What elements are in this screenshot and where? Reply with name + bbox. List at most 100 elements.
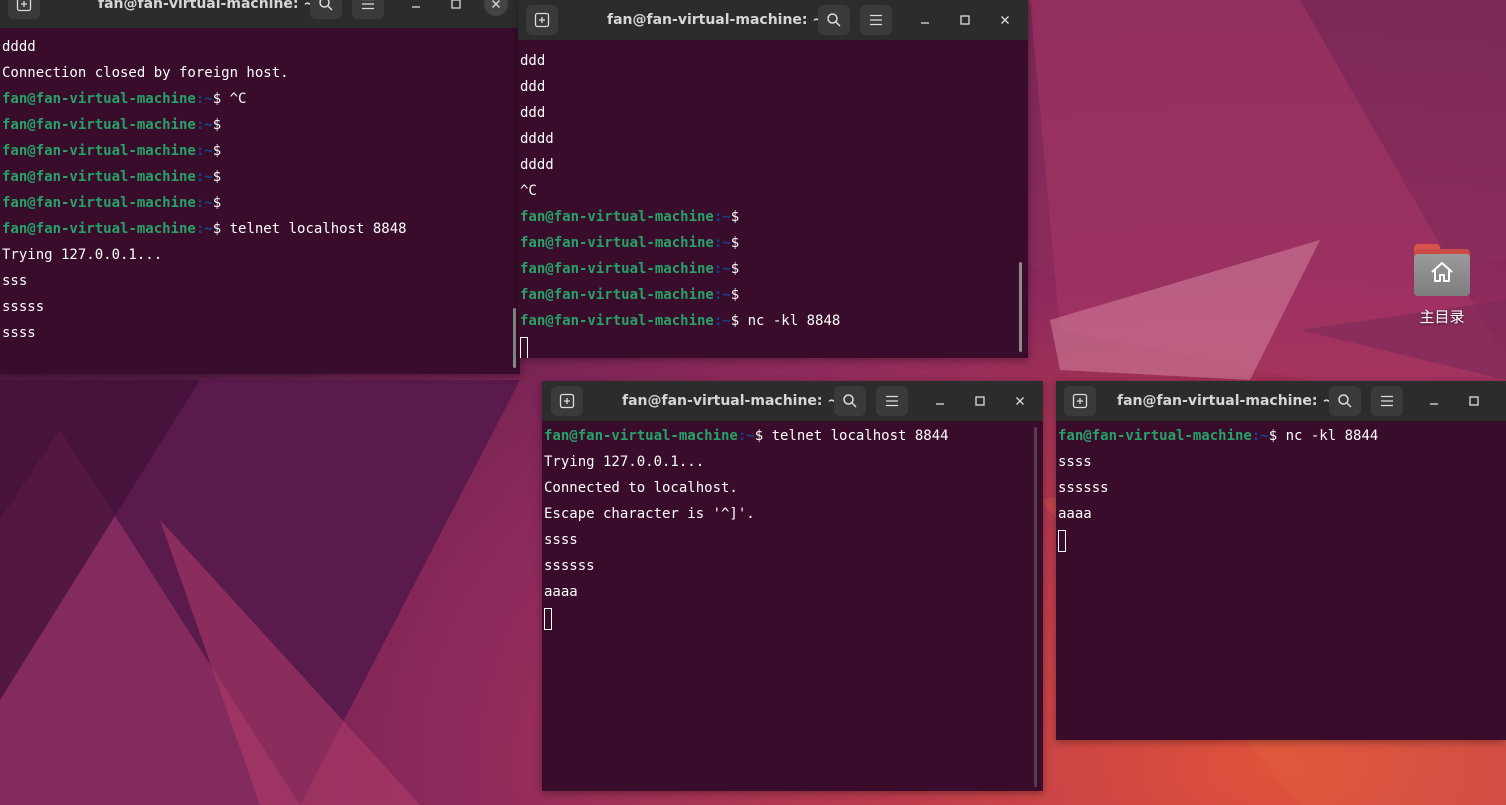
- terminal-titlebar[interactable]: fan@fan-virtual-machine: ~: [542, 381, 1043, 421]
- prompt-path: :~: [195, 91, 213, 107]
- prompt-path: :~: [195, 221, 213, 237]
- close-button[interactable]: [1008, 389, 1032, 413]
- prompt-path: :~: [713, 235, 731, 251]
- maximize-icon: [1469, 396, 1479, 406]
- maximize-icon: [960, 15, 970, 25]
- terminal-line: Connected to localhost.: [544, 480, 738, 496]
- prompt-command: $: [212, 143, 222, 159]
- prompt-path: :~: [195, 117, 213, 133]
- search-icon: [1338, 394, 1352, 408]
- home-folder-shortcut[interactable]: 主目录: [1400, 240, 1484, 340]
- prompt-command: $ nc -kl 8848: [730, 313, 841, 329]
- search-icon: [319, 0, 333, 11]
- new-tab-icon: [534, 12, 550, 28]
- hamburger-icon: [886, 395, 898, 407]
- terminal-line: Trying 127.0.0.1...: [2, 247, 163, 263]
- terminal-window-4[interactable]: fan@fan-virtual-machine: ~ fan@fan-virtu…: [1056, 381, 1506, 740]
- terminal-line: ssss: [2, 325, 36, 341]
- scrollbar[interactable]: [1019, 262, 1022, 352]
- new-tab-button[interactable]: [8, 0, 40, 19]
- prompt-command: $: [212, 169, 222, 185]
- terminal-line: ddd: [520, 79, 546, 95]
- terminal-window-2[interactable]: fan@fan-virtual-machine: ~ ddd ddd ddd dddd…: [518, 0, 1028, 358]
- scrollbar[interactable]: [1034, 427, 1037, 787]
- prompt-command: $ ^C: [212, 91, 247, 107]
- terminal-cursor-line: [544, 605, 552, 631]
- prompt-path: :~: [737, 428, 755, 444]
- minimize-button[interactable]: [913, 8, 937, 32]
- prompt-path: :~: [1251, 428, 1269, 444]
- terminal-line: ddd: [520, 105, 546, 121]
- terminal-line: ^C: [520, 183, 537, 199]
- prompt-user: fan@fan-virtual-machine: [520, 209, 714, 225]
- new-tab-button[interactable]: [1064, 386, 1096, 416]
- close-icon: [492, 0, 500, 8]
- terminal-line: aaaa: [544, 584, 578, 600]
- prompt-command: $ telnet localhost 8848: [212, 221, 407, 237]
- terminal-line: ssssss: [544, 558, 595, 574]
- search-icon: [827, 13, 841, 27]
- search-button[interactable]: [834, 386, 866, 416]
- terminal-titlebar[interactable]: fan@fan-virtual-machine: ~: [0, 0, 520, 28]
- terminal-line: Connection closed by foreign host.: [2, 65, 289, 81]
- prompt-user: fan@fan-virtual-machine: [2, 117, 196, 133]
- close-button[interactable]: [993, 8, 1017, 32]
- menu-button[interactable]: [352, 0, 384, 19]
- maximize-icon: [975, 396, 985, 406]
- terminal-output[interactable]: fan@fan-virtual-machine:~$ telnet localh…: [542, 421, 1043, 791]
- maximize-button[interactable]: [968, 389, 992, 413]
- minimize-button[interactable]: [1422, 389, 1446, 413]
- prompt-command: $: [730, 261, 740, 277]
- minimize-icon: [1430, 403, 1438, 405]
- search-button[interactable]: [310, 0, 342, 19]
- terminal-line: ddd: [520, 53, 546, 69]
- home-folder-icon: [1414, 244, 1470, 296]
- close-button[interactable]: [484, 0, 508, 16]
- menu-button[interactable]: [860, 5, 892, 35]
- terminal-output[interactable]: fan@fan-virtual-machine:~$ nc -kl 8844 ss…: [1056, 421, 1506, 740]
- new-tab-icon: [1072, 393, 1088, 409]
- terminal-line: fan@fan-virtual-machine:~$: [2, 164, 221, 190]
- prompt-command: $: [730, 287, 740, 303]
- maximize-button[interactable]: [444, 0, 468, 16]
- terminal-line: dddd: [520, 131, 554, 147]
- terminal-line: ssssss: [1058, 480, 1109, 496]
- terminal-line: dddd: [2, 39, 36, 55]
- menu-button[interactable]: [1371, 386, 1403, 416]
- new-tab-button[interactable]: [551, 386, 583, 416]
- terminal-output[interactable]: ddd ddd ddd dddd dddd ^C fan@fan-virtual-machi…: [518, 40, 1028, 358]
- minimize-button[interactable]: [404, 0, 428, 16]
- window-title: fan@fan-virtual-machine: ~: [98, 0, 316, 12]
- terminal-titlebar[interactable]: fan@fan-virtual-machine: ~: [518, 0, 1028, 40]
- new-tab-button[interactable]: [526, 5, 558, 35]
- terminal-cursor-line: [1058, 527, 1066, 553]
- prompt-command: $ telnet localhost 8844: [754, 428, 949, 444]
- maximize-button[interactable]: [953, 8, 977, 32]
- terminal-line: fan@fan-virtual-machine:~$ ^C: [2, 86, 246, 112]
- terminal-output[interactable]: dddd Connection closed by foreign host. fa…: [0, 34, 520, 374]
- prompt-path: :~: [713, 287, 731, 303]
- search-button[interactable]: [1329, 386, 1361, 416]
- text-cursor: [1058, 530, 1066, 552]
- menu-button[interactable]: [876, 386, 908, 416]
- terminal-line: fan@fan-virtual-machine:~$: [520, 282, 739, 308]
- terminal-line: sss: [2, 273, 28, 289]
- terminal-line: fan@fan-virtual-machine:~$: [2, 112, 221, 138]
- search-button[interactable]: [818, 5, 850, 35]
- prompt-command: $: [212, 117, 222, 133]
- terminal-window-1[interactable]: fan@fan-virtual-machine: ~ dddd Connectio…: [0, 0, 520, 374]
- terminal-line: ssss: [1058, 454, 1092, 470]
- new-tab-icon: [16, 0, 32, 12]
- maximize-button[interactable]: [1462, 389, 1486, 413]
- terminal-line: dddd: [520, 157, 554, 173]
- minimize-button[interactable]: [928, 389, 952, 413]
- scrollbar[interactable]: [513, 308, 516, 368]
- minimize-icon: [921, 22, 929, 24]
- hamburger-icon: [362, 0, 374, 10]
- window-title: fan@fan-virtual-machine: ~: [622, 393, 840, 409]
- terminal-line: fan@fan-virtual-machine:~$ telnet localh…: [2, 216, 407, 242]
- terminal-titlebar[interactable]: fan@fan-virtual-machine: ~: [1056, 381, 1506, 421]
- maximize-icon: [451, 0, 461, 9]
- terminal-window-3[interactable]: fan@fan-virtual-machine: ~ fan@fan-virtu…: [542, 381, 1043, 791]
- prompt-path: :~: [713, 261, 731, 277]
